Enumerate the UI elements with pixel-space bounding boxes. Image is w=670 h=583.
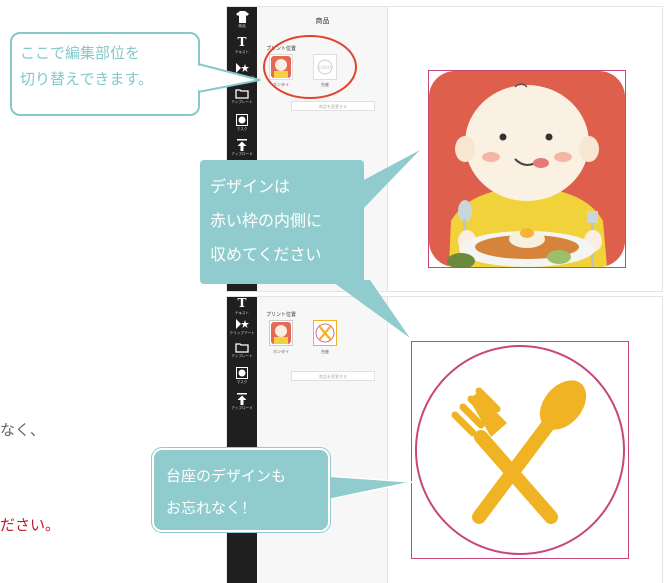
upload-icon — [227, 393, 257, 405]
partial-text-line2: ださい。 — [0, 516, 61, 534]
callout-switch-part-pointer — [198, 62, 261, 94]
callout-inside-frame-line3: 収めてください — [210, 245, 322, 264]
panel-title: 商品 — [315, 17, 330, 25]
instruction-image: なく、 ださい。 商品 T テキスト クリップアート — [0, 0, 670, 583]
change-product-button[interactable]: 商品を変更する — [291, 101, 375, 111]
mask-icon — [227, 367, 257, 379]
highlight-circle — [263, 35, 357, 99]
callout-inside-frame-line2: 赤い枠の内側に — [210, 211, 323, 230]
thumb-front[interactable] — [269, 320, 293, 346]
mask-icon — [227, 114, 257, 126]
callout-inside-frame-pointer-bottom — [330, 280, 410, 338]
thumb-base-label: 台座 — [321, 349, 329, 354]
print-position-label: プリント位置 — [266, 312, 297, 318]
callout-switch-part-line1: ここで編集部位を — [20, 44, 141, 62]
callout-base-reminder: 台座のデザインも お忘れなく！ — [151, 447, 331, 533]
design-canvas-bottom[interactable] — [388, 297, 662, 583]
callout-base-reminder-line1: 台座のデザインも — [166, 467, 287, 485]
sidebar-item-product[interactable]: 商品 — [227, 11, 257, 28]
upload-icon — [227, 139, 257, 151]
sidebar: T テキスト クリップアート テンプレート マスク アップロード — [227, 297, 257, 583]
sidebar-item-text[interactable]: T テキスト — [227, 36, 257, 54]
callout-inside-frame: デザインは 赤い枠の内側に 収めてください — [200, 160, 364, 284]
callout-inside-frame-pointer-top — [360, 150, 420, 212]
text-icon: T — [237, 35, 247, 49]
callout-switch-part: ここで編集部位を 切り替えできます。 — [10, 32, 200, 116]
sidebar-item-template[interactable]: テンプレート — [227, 342, 257, 358]
editor-screenshot-bottom: T テキスト クリップアート テンプレート マスク アップロード プリント位置 … — [226, 296, 663, 583]
callout-inside-frame-line1: デザインは — [210, 177, 291, 196]
design-canvas-top[interactable] — [388, 7, 662, 291]
front-thumb-image — [271, 322, 291, 344]
sidebar-item-clipart[interactable]: クリップアート — [227, 318, 257, 335]
thumb-front-label: ホンタイ — [273, 349, 289, 354]
sidebar-item-upload[interactable]: アップロード — [227, 393, 257, 410]
tshirt-icon — [227, 11, 257, 23]
print-area-frame-top — [428, 70, 626, 268]
change-product-button[interactable]: 商品を変更する — [291, 371, 375, 381]
clipart-icon — [227, 318, 257, 330]
utensils-design — [415, 345, 625, 555]
sidebar-item-mask[interactable]: マスク — [227, 367, 257, 384]
sidebar-item-upload[interactable]: アップロード — [227, 139, 257, 156]
folder-icon — [227, 342, 257, 353]
sidebar-item-mask[interactable]: マスク — [227, 114, 257, 131]
sidebar-item-text[interactable]: T テキスト — [227, 297, 257, 315]
callout-switch-part-line2: 切り替えできます。 — [20, 70, 154, 88]
callout-base-reminder-pointer — [326, 475, 413, 501]
partial-text-line1: なく、 — [0, 421, 46, 439]
callout-base-reminder-line2: お忘れなく！ — [166, 499, 257, 517]
text-icon: T — [237, 296, 247, 310]
